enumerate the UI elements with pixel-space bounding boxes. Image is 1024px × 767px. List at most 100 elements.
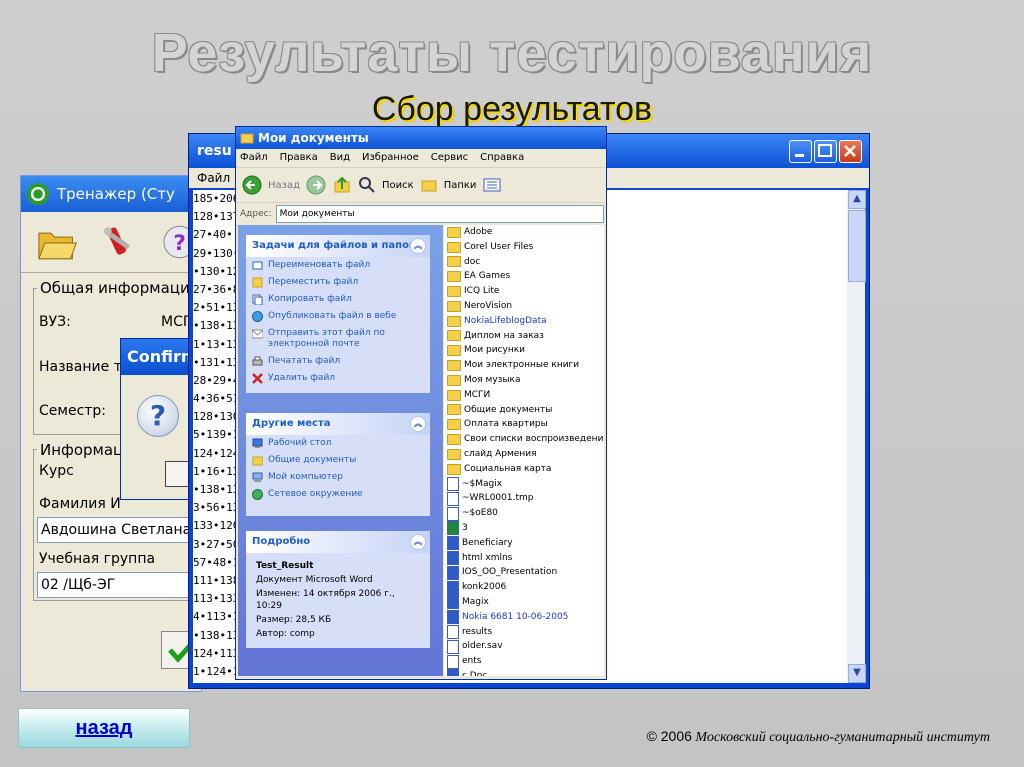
folder-icon [447, 389, 461, 401]
file-list-item[interactable]: Nokia 6681 10-06-2005 [444, 610, 604, 625]
place-desktop[interactable]: Рабочий стол [246, 435, 430, 452]
file-list-item[interactable]: Corel User Files [444, 240, 604, 255]
place-shared-docs[interactable]: Общие документы [246, 452, 430, 469]
trainer-toolbar: ? [21, 212, 201, 273]
task-email[interactable]: Отправить этот файл по электронной почте [246, 325, 430, 353]
file-list-item[interactable]: ~WRL0001.tmp [444, 491, 604, 506]
place-my-computer[interactable]: Мой компьютер [246, 469, 430, 486]
file-name: ~$Magix [462, 478, 503, 489]
file-name: NokiaLifeblogData [464, 315, 547, 326]
details-header[interactable]: Подробно ︽ [246, 531, 430, 553]
file-list-item[interactable]: ~$oE80 [444, 506, 604, 521]
task-publish[interactable]: Опубликовать файл в вебе [246, 308, 430, 325]
file-tasks-header[interactable]: Задачи для файлов и папок ︽ [246, 235, 430, 257]
menu-tools[interactable]: Сервис [431, 149, 468, 167]
address-field[interactable]: Мои документы [275, 205, 604, 223]
file-list-item[interactable]: IOS_OO_Presentation [444, 565, 604, 580]
up-folder-icon[interactable] [332, 175, 352, 195]
file-list-item[interactable]: Оплата квартиры [444, 417, 604, 432]
back-arrow-icon[interactable] [242, 175, 262, 195]
file-list-item[interactable]: ICQ Lite [444, 284, 604, 299]
menu-file[interactable]: Файл [240, 149, 268, 167]
menu-edit[interactable]: Правка [280, 149, 318, 167]
file-list-item[interactable]: ents [444, 654, 604, 669]
menu-favorites[interactable]: Избранное [362, 149, 419, 167]
folder-icon [447, 256, 461, 268]
menu-help[interactable]: Справка [480, 149, 524, 167]
back-label[interactable]: Назад [268, 180, 300, 191]
menu-view[interactable]: Вид [330, 149, 350, 167]
scroll-up-icon[interactable]: ▲ [848, 190, 866, 209]
search-icon[interactable] [358, 176, 376, 194]
scroll-down-icon[interactable]: ▼ [848, 664, 866, 683]
place-my-computer-label: Мой компьютер [268, 472, 343, 482]
group-field[interactable]: 02 /Щб-ЭГ [37, 572, 202, 598]
file-list-item[interactable]: 3 [444, 521, 604, 536]
folder-icon [447, 404, 461, 416]
task-rename[interactable]: Переименовать файл [246, 257, 430, 274]
file-list-item[interactable]: Диплом на заказ [444, 329, 604, 344]
file-name: ICQ Lite [464, 286, 500, 297]
maximize-icon[interactable] [814, 140, 837, 163]
scroll-thumb[interactable] [848, 210, 866, 282]
collapse-icon[interactable]: ︽ [410, 534, 426, 550]
file-list-item[interactable]: Adobe [444, 225, 604, 240]
file-list-item[interactable]: NeroVision [444, 299, 604, 314]
other-places-header[interactable]: Другие места ︽ [246, 413, 430, 435]
file-list-item[interactable]: older.sav [444, 639, 604, 654]
file-list-item[interactable]: ~$Magix [444, 476, 604, 492]
place-network[interactable]: Сетевое окружение [246, 486, 430, 503]
file-list-item[interactable]: Мои электронные книги [444, 358, 604, 373]
folder-icon [447, 463, 461, 475]
file-list-item[interactable]: EA Games [444, 269, 604, 284]
file-list-item[interactable]: NokiaLifeblogData [444, 314, 604, 329]
folder-icon [447, 226, 461, 238]
folders-label[interactable]: Папки [444, 180, 477, 191]
file-list-item[interactable]: Magix [444, 595, 604, 610]
minimize-icon[interactable] [789, 140, 812, 163]
file-list-item[interactable]: Beneficiary [444, 536, 604, 551]
open-folder-icon[interactable] [35, 221, 78, 263]
file-list-item[interactable]: слайд Армения [444, 447, 604, 462]
explorer-titlebar[interactable]: Мои документы [236, 127, 606, 149]
details-file-type: Документ Microsoft Word [256, 575, 373, 585]
copyright: © 2006 Московский социально-гуманитарный… [600, 728, 990, 746]
folder-icon [447, 434, 461, 446]
close-icon[interactable] [839, 140, 862, 163]
task-rename-label: Переименовать файл [268, 260, 371, 270]
results-scrollbar[interactable]: ▲ ▼ [847, 190, 866, 683]
back-button[interactable]: назад [18, 708, 190, 748]
file-list-item[interactable]: МСГИ [444, 388, 604, 403]
task-move[interactable]: Переместить файл [246, 274, 430, 291]
trainer-titlebar[interactable]: Тренажер (Сту [21, 176, 201, 212]
file-list-item[interactable]: c Doc [444, 669, 604, 676]
file-list-item[interactable]: Моя музыка [444, 373, 604, 388]
other-places-title: Другие места [252, 418, 331, 429]
folder-icon [447, 315, 461, 327]
test-name-label: Название т [39, 359, 122, 375]
explorer-toolbar: Назад Поиск Папки [236, 168, 606, 203]
explorer-title: Мои документы [258, 131, 369, 145]
tools-icon[interactable] [96, 221, 139, 263]
task-delete[interactable]: Удалить файл [246, 370, 430, 387]
surname-field[interactable]: Авдошина Светлана [37, 517, 202, 543]
file-name: IOS_OO_Presentation [462, 567, 558, 578]
task-print[interactable]: Печатать файл [246, 353, 430, 370]
file-list-item[interactable]: doc [444, 255, 604, 270]
file-list-item[interactable]: Социальная карта [444, 462, 604, 477]
file-list-item[interactable]: results [444, 624, 604, 640]
file-list-item[interactable]: html xmlns [444, 550, 604, 566]
collapse-icon[interactable]: ︽ [410, 416, 426, 432]
file-list-item[interactable]: Мои рисунки [444, 343, 604, 358]
file-list-item[interactable]: Общие документы [444, 403, 604, 418]
forward-arrow-icon[interactable] [306, 175, 326, 195]
task-copy[interactable]: Копировать файл [246, 291, 430, 308]
collapse-icon[interactable]: ︽ [410, 238, 426, 254]
view-icon[interactable] [482, 177, 504, 193]
file-list-item[interactable]: konk2006 [444, 580, 604, 595]
search-label[interactable]: Поиск [382, 180, 414, 191]
my-documents-window: Мои документы Файл Правка Вид Избранное … [235, 126, 607, 680]
file-list-item[interactable]: Свои списки воспроизведения [444, 432, 604, 447]
folders-icon[interactable] [420, 177, 438, 193]
slide-title: Результаты тестирования [151, 23, 873, 83]
